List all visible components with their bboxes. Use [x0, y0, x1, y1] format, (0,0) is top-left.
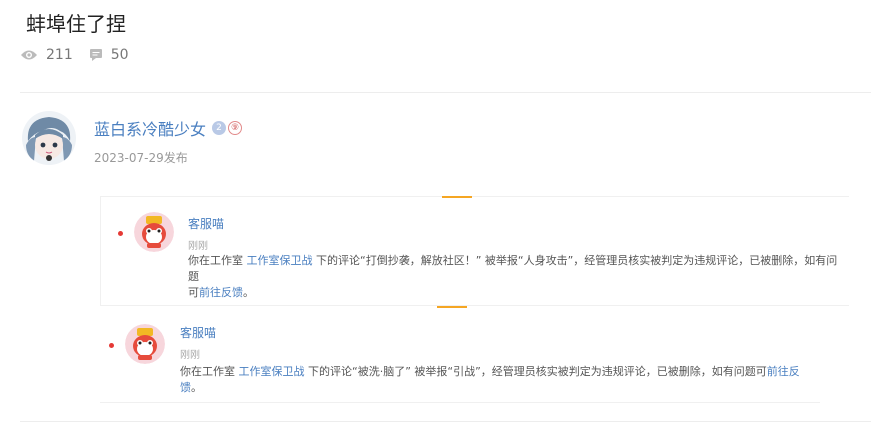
message-text: 下的评论“被洗·脑了” 被举报“引战”，经管理员核实被判定为违规评论，已被删除，… — [308, 365, 767, 378]
notice-message: 你在工作室 工作室保卫战 下的评论“打倒抄袭，解放社区！” 被举报“人身攻击”，… — [188, 253, 838, 301]
bot-name[interactable]: 客服喵 — [180, 324, 216, 341]
author-avatar[interactable] — [22, 111, 76, 165]
unread-dot — [118, 231, 123, 236]
views-stat: 211 — [20, 47, 73, 63]
author-badges: 2 ⑨ — [212, 121, 244, 135]
feedback-link[interactable]: 前往反馈 — [199, 286, 243, 299]
accent-bar — [442, 196, 472, 198]
notice-message: 你在工作室 工作室保卫战 下的评论“被洗·脑了” 被举报“引战”，经管理员核实被… — [180, 364, 820, 396]
post-date: 2023-07-29发布 — [94, 151, 188, 165]
message-text: 你在工作室 — [180, 365, 235, 378]
divider — [20, 421, 871, 422]
author-name-text[interactable]: 蓝白系冷酷少女 — [94, 116, 206, 140]
message-text: 可 — [188, 286, 199, 299]
studio-link[interactable]: 工作室保卫战 — [247, 254, 313, 267]
post-title: 蚌埠住了捏 — [26, 12, 126, 36]
comments-count: 50 — [110, 47, 129, 63]
notice-time: 刚刚 — [180, 350, 200, 361]
accent-bar — [437, 306, 467, 308]
bot-name[interactable]: 客服喵 — [188, 215, 224, 232]
post-stats: 211 50 — [20, 47, 145, 63]
level-badge: 2 — [212, 121, 227, 135]
bot-avatar[interactable] — [134, 212, 174, 252]
author-name[interactable]: 蓝白系冷酷少女 2 ⑨ — [94, 116, 244, 140]
notice-card: 客服喵 刚刚 你在工作室 工作室保卫战 下的评论“打倒抄袭，解放社区！” 被举报… — [100, 196, 849, 306]
bot-avatar-icon — [125, 324, 165, 364]
avatar-icon — [22, 111, 76, 165]
views-count: 211 — [46, 47, 73, 63]
bot-avatar[interactable] — [125, 324, 165, 364]
medal-badge: ⑨ — [228, 121, 243, 135]
comment-icon — [89, 49, 102, 61]
notice-time: 刚刚 — [188, 241, 208, 252]
notice-card: 客服喵 刚刚 你在工作室 工作室保卫战 下的评论“被洗·脑了” 被举报“引战”，… — [100, 306, 820, 403]
message-text: 。 — [243, 286, 254, 299]
message-text: 。 — [191, 381, 202, 394]
eye-icon — [21, 50, 37, 60]
message-text: 你在工作室 — [188, 254, 243, 267]
divider — [20, 92, 871, 93]
studio-link[interactable]: 工作室保卫战 — [239, 365, 305, 378]
bot-avatar-icon — [134, 212, 174, 252]
unread-dot — [109, 343, 114, 348]
comments-stat: 50 — [89, 47, 129, 63]
